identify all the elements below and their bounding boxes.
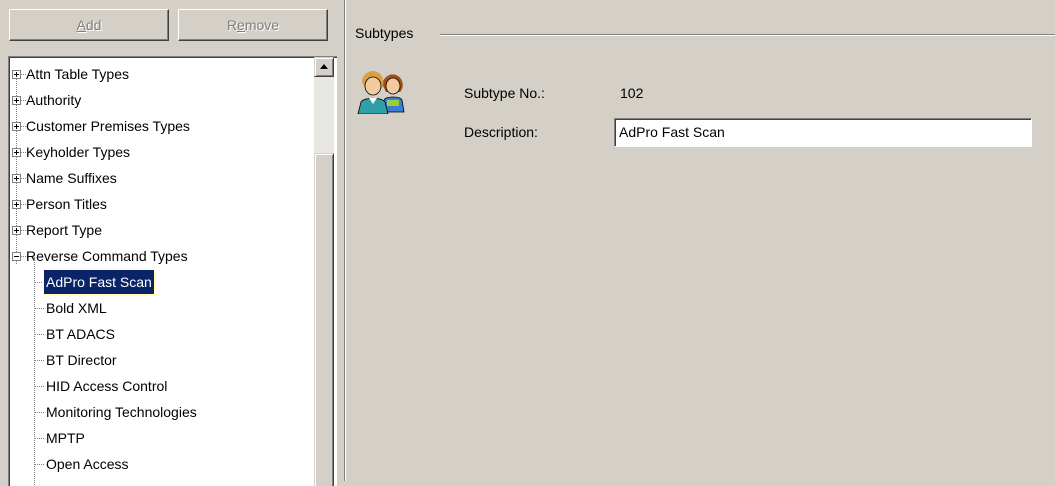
tree-item-label: Person Titles [26, 196, 107, 212]
add-label-accel: A [76, 17, 86, 33]
expand-icon[interactable] [12, 226, 21, 235]
tree-item-label: Name Suffixes [26, 170, 117, 186]
add-button[interactable]: Add [9, 9, 169, 41]
tree-item-label: AdPro Fast Scan [43, 269, 155, 295]
add-label-suffix: dd [85, 17, 102, 33]
expand-icon[interactable] [12, 200, 21, 209]
users-icon [357, 71, 405, 114]
tree-item-label: Attn Table Types [26, 66, 129, 82]
expand-icon[interactable] [12, 174, 21, 183]
scroll-thumb[interactable] [314, 153, 334, 486]
users-icon-front-person [357, 71, 389, 114]
expand-icon[interactable] [12, 148, 21, 157]
tree-item-label: MPTP [46, 430, 85, 446]
remove-label-suffix: move [244, 17, 280, 33]
expand-icon[interactable] [12, 96, 21, 105]
subtype-no-value: 102 [620, 85, 644, 101]
subtype-no-label: Subtype No.: [464, 85, 545, 101]
remove-label-prefix: R [226, 17, 238, 33]
description-input[interactable]: AdPro Fast Scan [614, 118, 1032, 147]
tree-item-label: Authority [26, 92, 82, 108]
collapse-icon[interactable] [12, 252, 21, 261]
group-title: Subtypes [355, 25, 414, 41]
subtype-tree[interactable]: Attn Table Types Authority Customer Prem… [8, 56, 337, 486]
group-divider [440, 34, 1055, 36]
tree-item-label: HID Access Control [46, 378, 168, 394]
expand-icon[interactable] [12, 122, 21, 131]
tree-item-label: BT ADACS [46, 326, 115, 342]
tree-item-label: Bold XML [46, 300, 107, 316]
tree-item-label: Open Access [46, 456, 129, 472]
scroll-up-button[interactable] [314, 57, 334, 77]
tree-connector [34, 257, 35, 486]
tree-item-label: Monitoring Technologies [46, 404, 197, 420]
tree-item-label: Keyholder Types [26, 144, 131, 160]
expand-icon[interactable] [12, 70, 21, 79]
tree-item-label: Reverse Command Types [26, 248, 188, 264]
remove-button[interactable]: Remove [178, 9, 328, 41]
tree-item-label: BT Director [46, 352, 117, 368]
tree-item-label: Customer Premises Types [26, 118, 190, 134]
description-label: Description: [464, 124, 538, 140]
tree-scrollbar[interactable] [314, 57, 334, 486]
tree-item-label: Report Type [26, 222, 103, 238]
remove-label-accel: e [237, 17, 245, 33]
